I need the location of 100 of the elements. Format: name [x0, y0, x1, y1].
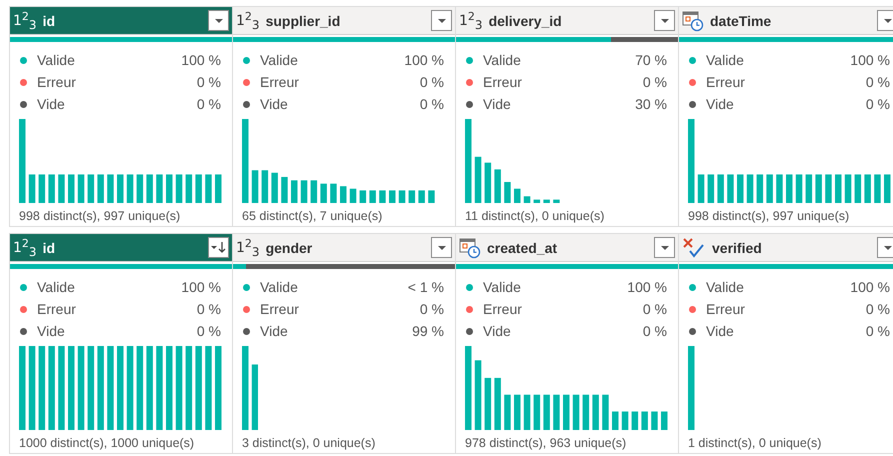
- stat-label: Valide: [37, 52, 76, 68]
- histogram-bar: [825, 174, 832, 203]
- stat-label: Erreur: [706, 74, 746, 90]
- column-header[interactable]: 1$^{2}$$_{3}$ id: [10, 7, 232, 35]
- column-header[interactable]: verified: [679, 234, 893, 262]
- histogram-bar: [815, 174, 822, 203]
- histogram-bar: [592, 394, 599, 430]
- histogram-bar: [340, 186, 346, 203]
- histogram-bar: [418, 190, 425, 203]
- stat-value: 0 %: [866, 301, 890, 317]
- histogram-bar: [835, 174, 842, 203]
- filter-button[interactable]: [208, 10, 229, 31]
- histogram-bar: [553, 200, 560, 203]
- stat-value: 100 %: [181, 52, 221, 68]
- filter-button[interactable]: [877, 237, 893, 258]
- filter-button[interactable]: [208, 237, 229, 258]
- stat-value: 30 %: [635, 96, 667, 112]
- histogram-bar: [717, 174, 724, 203]
- column-header[interactable]: dateTime: [679, 7, 893, 35]
- stat-label: Vide: [260, 323, 289, 339]
- histogram-bar: [661, 412, 668, 430]
- stat-value: 0 %: [196, 301, 221, 317]
- histogram-bar: [524, 394, 530, 430]
- column-header[interactable]: 1$^{2}$$_{3}$ delivery_id: [456, 7, 678, 35]
- stat-label: Erreur: [483, 301, 523, 317]
- column-header[interactable]: 1$^{2}$$_{3}$ supplier_id: [233, 7, 455, 35]
- histogram-bar: [146, 174, 153, 203]
- histogram-bar: [756, 174, 764, 203]
- column-header[interactable]: created_at: [456, 234, 678, 262]
- filter-button[interactable]: [654, 237, 675, 258]
- caret-icon: [660, 246, 668, 250]
- histogram-bar: [708, 174, 714, 203]
- stat-value: 0 %: [420, 96, 444, 112]
- histogram-bar: [776, 174, 783, 203]
- histogram-bar: [494, 378, 501, 430]
- sort-caret-icon: [210, 241, 227, 254]
- histogram-bar: [186, 174, 192, 203]
- distinct-summary: 65 distinct(s), 7 unique(s): [241, 208, 384, 223]
- histogram-bar: [474, 360, 482, 430]
- stat-value: 0 %: [866, 74, 890, 90]
- stat-label: Vide: [37, 323, 66, 339]
- stat-value: 0 %: [866, 323, 890, 339]
- histogram-bar: [379, 190, 386, 203]
- column-header[interactable]: 1$^{2}$$_{3}$ id: [10, 234, 232, 262]
- stat-label: Vide: [483, 323, 512, 339]
- histogram-bar: [195, 174, 202, 203]
- histogram-bar: [884, 174, 890, 203]
- histogram-bar: [582, 394, 590, 430]
- stat-value: 0 %: [642, 301, 667, 317]
- stat-label: Vide: [706, 323, 735, 339]
- histogram-bar: [484, 162, 492, 203]
- stat-value: 100 %: [404, 52, 444, 68]
- stat-value: 0 %: [642, 74, 667, 90]
- histogram-bar: [28, 174, 36, 203]
- stat-value: 70 %: [635, 52, 667, 68]
- histogram-bar: [68, 174, 74, 203]
- distinct-summary: 1 distinct(s), 0 unique(s): [687, 435, 822, 450]
- histogram-bar: [543, 200, 550, 203]
- histogram-bar: [330, 184, 337, 203]
- stat-value: 100 %: [850, 279, 890, 295]
- histogram-bar: [641, 412, 648, 430]
- caret-icon: [660, 18, 668, 22]
- stat-label: Vide: [706, 96, 735, 112]
- histogram-bar: [408, 190, 416, 203]
- stat-label: Vide: [260, 96, 289, 112]
- histogram-bar: [504, 182, 511, 203]
- stat-label: Erreur: [37, 301, 77, 317]
- histogram-bar: [622, 412, 628, 430]
- histogram-bar: [796, 174, 802, 203]
- filter-button[interactable]: [654, 10, 675, 31]
- filter-button[interactable]: [431, 237, 452, 258]
- caret-icon: [214, 18, 222, 22]
- histogram-bar: [176, 174, 182, 203]
- column-header[interactable]: 1$^{2}$$_{3}$ gender: [233, 234, 455, 262]
- distinct-summary: 998 distinct(s), 997 unique(s): [18, 208, 182, 223]
- calendar-clock-icon: [682, 10, 704, 32]
- histogram-bar: [320, 184, 327, 203]
- histogram-bar: [126, 174, 134, 203]
- histogram-bar: [746, 174, 754, 203]
- stat-label: Valide: [37, 279, 76, 295]
- caret-icon: [884, 18, 892, 22]
- distinct-summary: 11 distinct(s), 0 unique(s): [464, 208, 606, 223]
- stat-value: 0 %: [196, 96, 221, 112]
- stat-label: Erreur: [260, 74, 300, 90]
- histogram-bar: [350, 188, 356, 203]
- histogram-bar: [156, 174, 163, 203]
- histogram-bar: [766, 174, 773, 203]
- histogram-bar: [369, 190, 376, 203]
- histogram-bar: [514, 188, 520, 203]
- histogram-bar: [504, 394, 511, 430]
- filter-button[interactable]: [877, 10, 893, 31]
- histogram-bar: [514, 394, 520, 430]
- histogram-bar: [252, 170, 258, 203]
- histogram-bar: [543, 394, 550, 430]
- calendar-clock-icon: [459, 236, 481, 258]
- distinct-summary: 3 distinct(s), 0 unique(s): [241, 435, 376, 450]
- histogram-bar: [117, 174, 124, 203]
- histogram-bar: [281, 176, 288, 203]
- filter-button[interactable]: [431, 10, 452, 31]
- histogram-bar: [484, 378, 492, 430]
